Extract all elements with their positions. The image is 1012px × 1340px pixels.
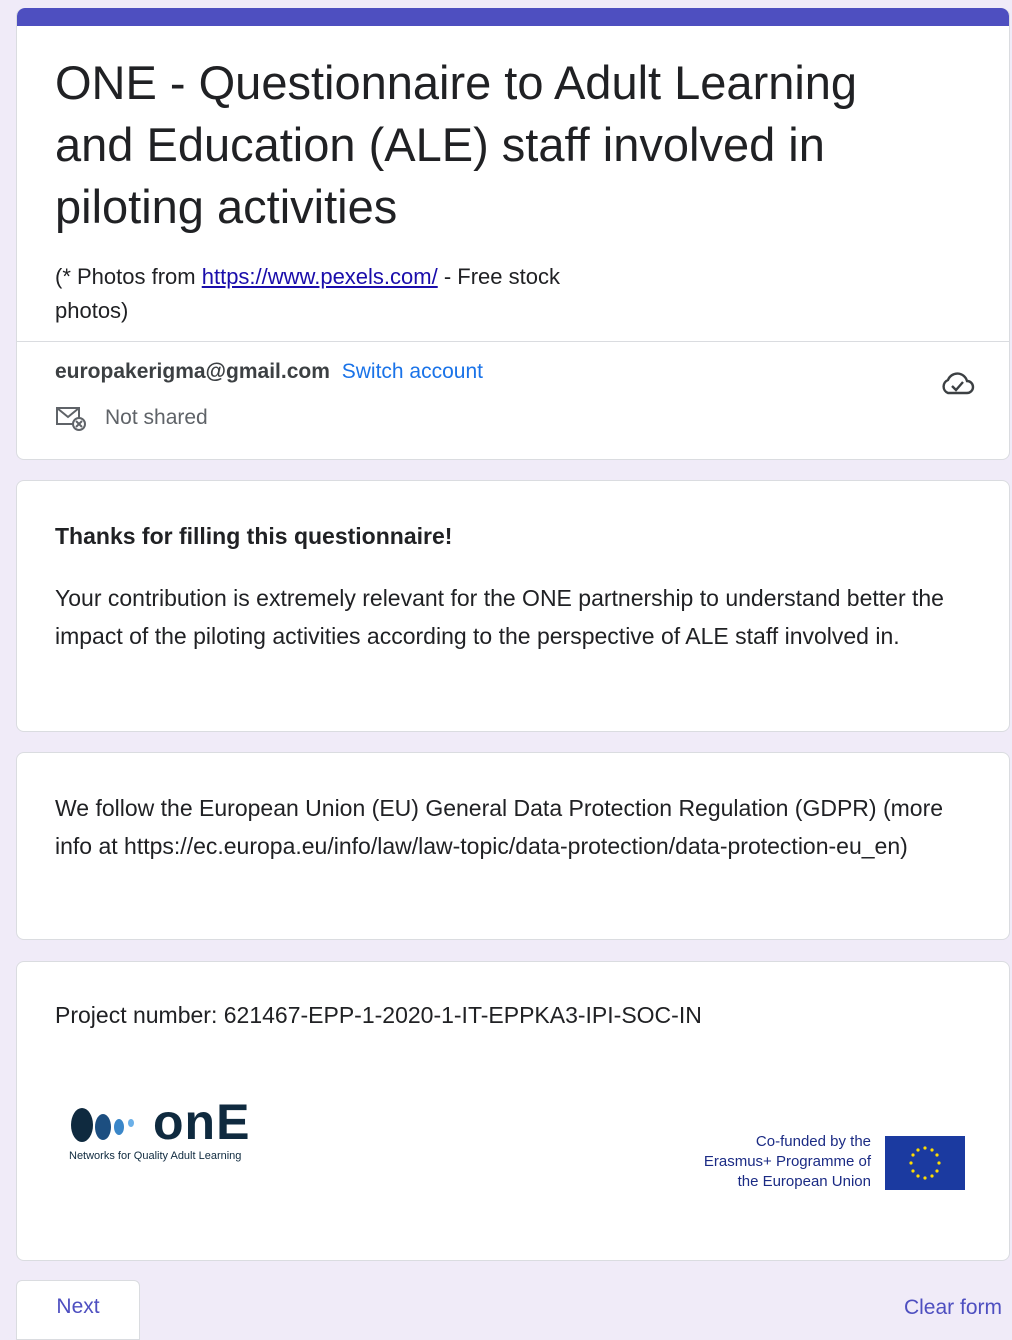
thanks-text: Your contribution is extremely relevant … [55, 585, 944, 649]
one-logo-mark [71, 1108, 134, 1142]
project-card: Project number: 621467-EPP-1-2020-1-IT-E… [16, 961, 1010, 1261]
eu-cofunded-text: Co-funded by the Erasmus+ Programme of t… [703, 1133, 871, 1190]
eu-flag-icon [885, 1136, 965, 1190]
thanks-heading: Thanks for filling this questionnaire! [55, 523, 453, 549]
clear-form-button[interactable]: Clear form [904, 1296, 1002, 1320]
cloud-saved-icon[interactable] [939, 368, 975, 398]
form-header-card: ONE - Questionnaire to Adult Learning an… [16, 8, 1010, 460]
not-shared-label: Not shared [105, 406, 208, 429]
thanks-card: Thanks for filling this questionnaire! Y… [16, 480, 1010, 732]
project-number: Project number: 621467-EPP-1-2020-1-IT-E… [55, 1002, 702, 1028]
not-shared-row: Not shared [55, 404, 208, 432]
gdpr-card: We follow the European Union (EU) Genera… [16, 752, 1010, 940]
form-description: (* Photos from https://www.pexels.com/ -… [55, 260, 575, 328]
one-logo-tagline: Networks for Quality Adult Learning [69, 1150, 242, 1162]
form-title: ONE - Questionnaire to Adult Learning an… [55, 56, 858, 233]
next-button[interactable]: Next [16, 1280, 140, 1340]
gdpr-text: We follow the European Union (EU) Genera… [55, 795, 944, 859]
account-email: europakerigma@gmail.com [55, 360, 330, 383]
header-accent-bar [17, 8, 1009, 26]
description-prefix: (* Photos from [55, 264, 196, 289]
pexels-link[interactable]: https://www.pexels.com/ [202, 264, 438, 289]
switch-account-link[interactable]: Switch account [342, 360, 483, 383]
one-logo: onE Networks for Quality Adult Learning [69, 1092, 279, 1172]
header-divider [17, 341, 1009, 342]
account-row: europakerigma@gmail.com Switch account [55, 360, 483, 384]
mail-not-shared-icon [56, 407, 86, 431]
one-logo-word: onE [153, 1094, 251, 1150]
